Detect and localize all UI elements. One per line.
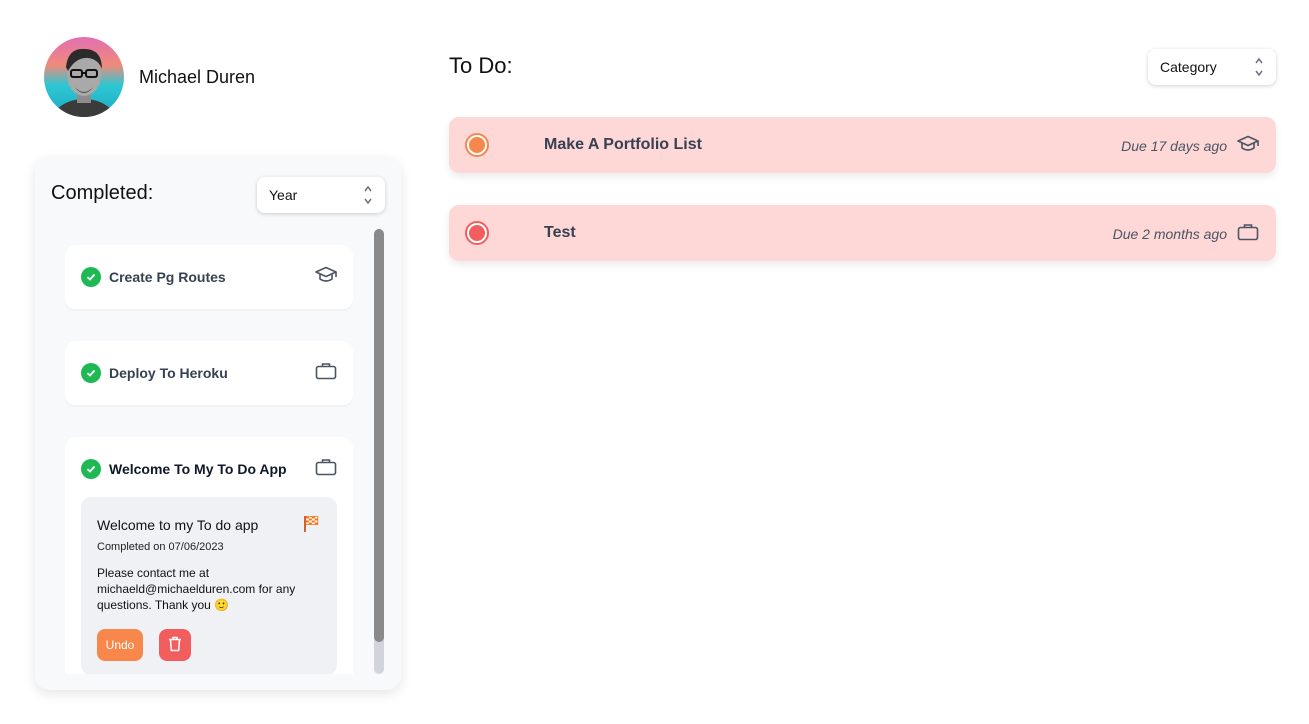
trash-icon xyxy=(168,636,182,655)
user-profile: Michael Duren xyxy=(44,37,255,117)
todo-heading: To Do: xyxy=(449,53,513,78)
graduation-cap-icon xyxy=(1237,134,1259,159)
select-arrows-icon xyxy=(1254,56,1264,78)
year-filter-select[interactable]: Year xyxy=(257,177,385,213)
category-filter-value: Category xyxy=(1160,59,1217,75)
completed-heading: Completed: xyxy=(51,182,154,204)
completed-item[interactable]: Create Pg Routes xyxy=(65,245,353,309)
completed-item-title: Welcome To My To Do App xyxy=(109,461,287,477)
status-dot xyxy=(469,137,485,153)
undo-button[interactable]: Undo xyxy=(97,629,143,661)
completed-item-title: Deploy To Heroku xyxy=(109,365,228,381)
complete-toggle[interactable] xyxy=(465,221,489,245)
scrollbar-thumb[interactable] xyxy=(374,229,384,642)
briefcase-icon xyxy=(315,458,337,481)
status-dot xyxy=(469,225,485,241)
todo-item-title: Test xyxy=(544,224,576,241)
completed-date: Completed on 07/06/2023 xyxy=(97,541,224,553)
briefcase-icon xyxy=(315,362,337,385)
check-circle-icon xyxy=(81,459,101,479)
detail-message: Please contact me at michaeld@michaeldur… xyxy=(97,566,296,612)
completed-item[interactable]: Deploy To Heroku xyxy=(65,341,353,405)
todo-item[interactable]: Test Due 2 months ago xyxy=(449,205,1276,261)
completed-item-title: Create Pg Routes xyxy=(109,269,226,285)
year-filter-value: Year xyxy=(269,187,298,203)
checkered-flag-icon xyxy=(303,515,319,538)
completed-panel: Completed: Year Create Pg Routes Deploy … xyxy=(35,157,401,690)
complete-toggle[interactable] xyxy=(465,133,489,157)
delete-button[interactable] xyxy=(159,629,191,661)
category-filter-select[interactable]: Category xyxy=(1148,49,1276,85)
select-arrows-icon xyxy=(363,184,373,206)
completed-list[interactable]: Create Pg Routes Deploy To Heroku Welcom… xyxy=(65,229,353,674)
completed-scrollbar[interactable] xyxy=(374,229,384,674)
detail-title: Welcome to my To do app xyxy=(97,517,259,533)
todo-item-title: Make A Portfolio List xyxy=(544,136,702,153)
completed-item-detail: Welcome to my To do app Completed on 07/… xyxy=(81,497,337,674)
check-circle-icon xyxy=(81,363,101,383)
todo-due-date: Due 2 months ago xyxy=(1112,226,1227,242)
briefcase-icon xyxy=(1237,222,1259,247)
completed-item-expanded[interactable]: Welcome To My To Do App Welcome to my To… xyxy=(65,437,353,674)
todo-item[interactable]: Make A Portfolio List Due 17 days ago xyxy=(449,117,1276,173)
check-circle-icon xyxy=(81,267,101,287)
user-name: Michael Duren xyxy=(139,66,256,87)
todo-due-date: Due 17 days ago xyxy=(1121,138,1227,154)
graduation-cap-icon xyxy=(315,266,337,289)
avatar xyxy=(44,37,124,117)
